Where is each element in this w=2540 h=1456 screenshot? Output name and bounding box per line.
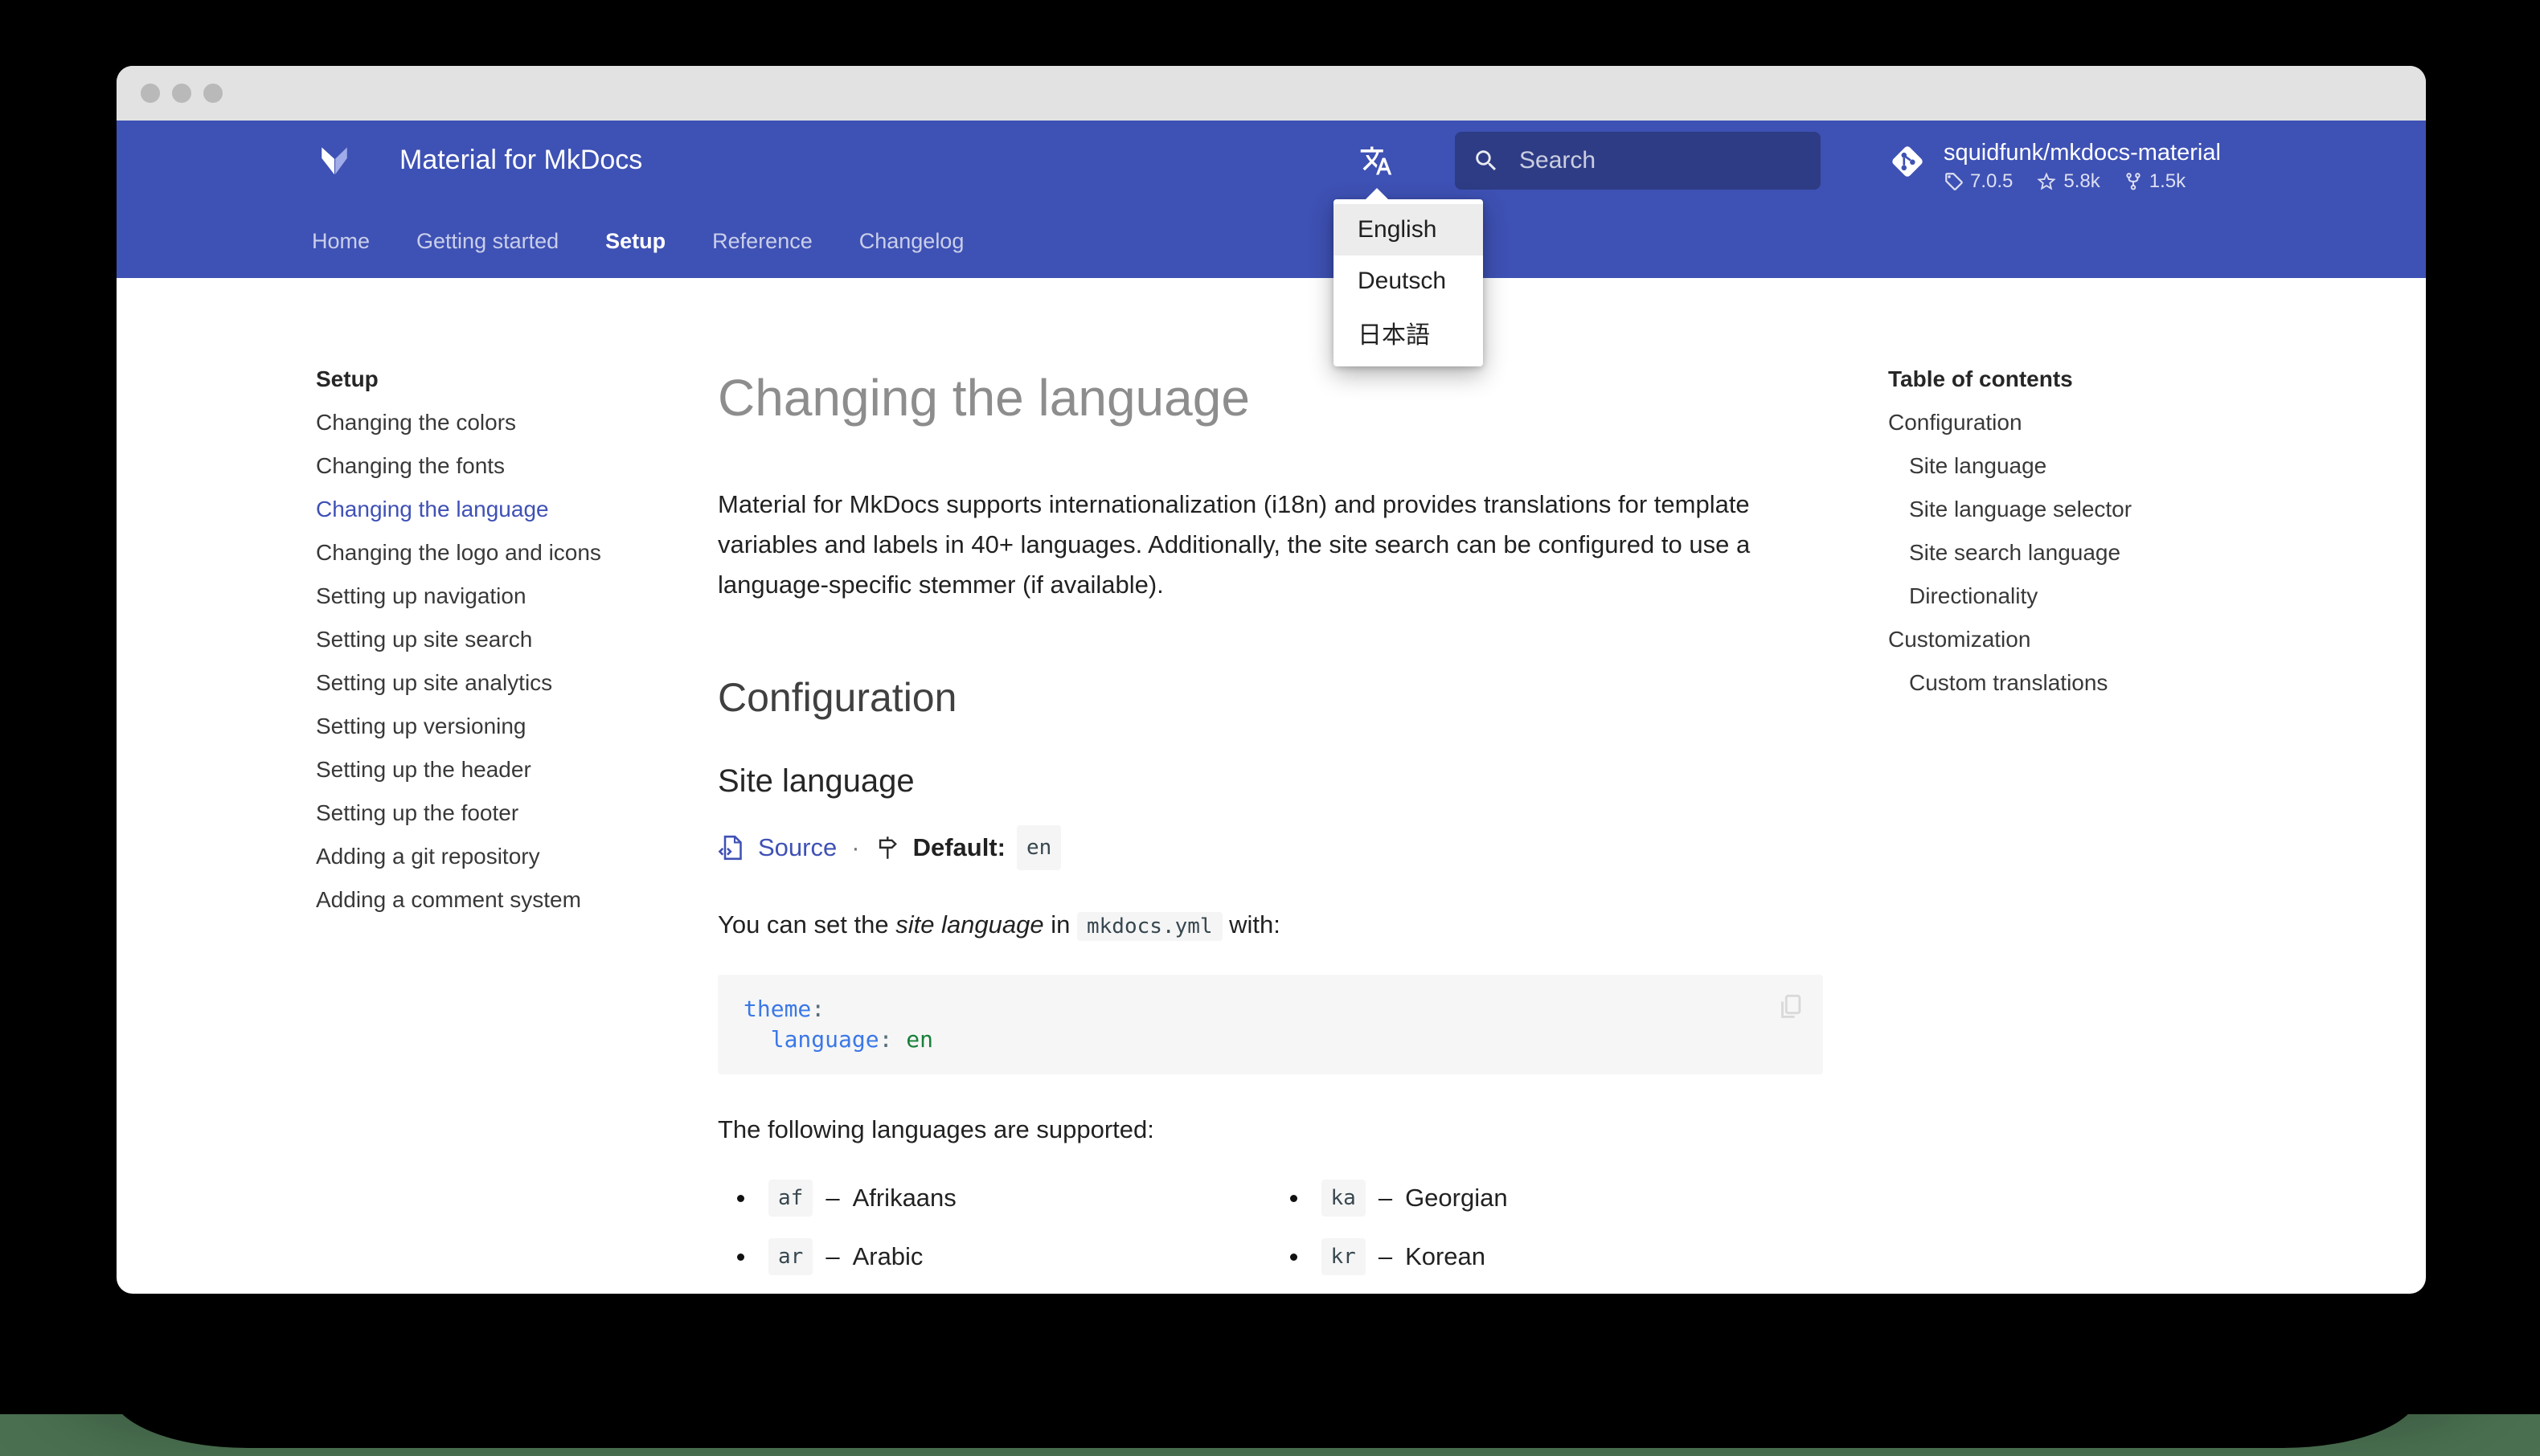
fork-icon (2126, 173, 2141, 190)
nav-tab[interactable]: Changelog (859, 229, 965, 254)
dropdown-arrow (1366, 188, 1388, 199)
repo-link[interactable]: squidfunk/mkdocs-material 7.0.5 5.8k 1.5… (1889, 138, 2221, 193)
site-language-heading: Site language (718, 763, 915, 799)
language-menu-item[interactable]: 日本語 (1334, 307, 1483, 358)
desktop-background: Material for MkDocs squ (0, 0, 2540, 1456)
repo-name: squidfunk/mkdocs-material (1944, 140, 2221, 166)
dash: – (826, 1242, 840, 1270)
repo-forks: 1.5k (2149, 170, 2186, 192)
search-bar (1455, 132, 1821, 190)
intro-paragraph: Material for MkDocs supports internation… (718, 490, 1751, 599)
toc-title: Table of contents (1888, 366, 2073, 391)
repo-version: 7.0.5 (1970, 170, 2014, 192)
toc-item[interactable]: Directionality (1888, 575, 2370, 618)
repo-stats: 7.0.5 5.8k 1.5k (1944, 170, 2221, 193)
star-icon (2037, 172, 2057, 190)
language-name: Arabic (852, 1242, 924, 1270)
app-header: Material for MkDocs squ (117, 121, 2426, 278)
sidebar-item[interactable]: Changing the fonts (316, 444, 702, 488)
mkdocs-yml-chip: mkdocs.yml (1077, 912, 1223, 941)
window-shadow (111, 1352, 2419, 1448)
language-list-item: ka – Georgian (1271, 1180, 1824, 1217)
language-name: Korean (1405, 1242, 1486, 1270)
source-link[interactable]: Source (758, 828, 837, 868)
code-content: theme: language: en (744, 996, 934, 1053)
repo-stars: 5.8k (2063, 170, 2100, 192)
toc-item[interactable]: Site search language (1888, 531, 2370, 575)
sidebar-item[interactable]: Changing the colors (316, 401, 702, 444)
mkdocs-material-logo (322, 147, 347, 175)
language-code-chip: ar (768, 1238, 813, 1275)
sidebar-item[interactable]: Setting up versioning (316, 705, 702, 748)
sidebar-item[interactable]: Changing the language (316, 488, 702, 531)
sidebar-item[interactable]: Adding a git repository (316, 835, 702, 878)
language-list-item: kr – Korean (1271, 1238, 1824, 1275)
language-code-chip: kr (1321, 1238, 1366, 1275)
sidebar-title: Setup (316, 366, 379, 391)
translate-icon[interactable] (1359, 144, 1393, 178)
page-title: Changing the language (718, 369, 1250, 427)
window-titlebar (117, 66, 2426, 121)
window-close-button[interactable] (141, 84, 160, 103)
default-value-chip: en (1016, 825, 1062, 870)
language-code-chip: ka (1321, 1180, 1366, 1217)
language-menu-item[interactable]: English (1334, 204, 1483, 256)
sidebar-item[interactable]: Changing the logo and icons (316, 531, 702, 575)
dash: – (1378, 1184, 1393, 1212)
window-minimize-button[interactable] (172, 84, 191, 103)
sidebar-item[interactable]: Setting up site analytics (316, 661, 702, 705)
language-code-chip: af (768, 1180, 813, 1217)
code-block: theme: language: en (718, 975, 1823, 1074)
sidebar-item[interactable]: Setting up site search (316, 618, 702, 661)
toc-item[interactable]: Custom translations (1888, 661, 2370, 705)
toc-item[interactable]: Site language (1888, 444, 2370, 488)
copy-icon[interactable] (1775, 991, 1805, 1021)
language-menu: English Deutsch 日本語 (1334, 199, 1483, 366)
nav-tabs: Home Getting started Setup Reference Cha… (117, 204, 964, 278)
toc-item[interactable]: Customization (1888, 618, 2370, 661)
language-list-col2: ka – Georgian kr – Korean my – Burmese (1271, 1158, 1824, 1294)
window-zoom-button[interactable] (203, 84, 223, 103)
sidebar-item[interactable]: Setting up the footer (316, 791, 702, 835)
search-icon (1476, 150, 1497, 171)
language-list-item: af – Afrikaans (718, 1180, 1271, 1217)
language-menu-item[interactable]: Deutsch (1334, 256, 1483, 307)
repo-stars-stat: 5.8k (2035, 170, 2100, 193)
nav-tab[interactable]: Setup (605, 229, 666, 254)
language-list-item: ar – Arabic (718, 1238, 1271, 1275)
sidebar-item[interactable]: Setting up the header (316, 748, 702, 791)
repo-version-stat: 7.0.5 (1944, 170, 2013, 193)
sidebar-nav: Setup Changing the colors Changing the f… (316, 358, 702, 922)
nav-tab[interactable]: Reference (712, 229, 813, 254)
source-default-line: Source · Default: en (718, 825, 1823, 870)
search-input[interactable] (1518, 146, 1786, 175)
separator-dot: · (851, 833, 860, 861)
tag-icon (1945, 173, 1963, 190)
supported-paragraph: The following languages are supported: (718, 1115, 1154, 1143)
nav-tab[interactable]: Home (312, 229, 370, 254)
toc-item[interactable]: Configuration (1888, 401, 2370, 444)
sidebar-item[interactable]: Setting up navigation (316, 575, 702, 618)
article: Changing the language Material for MkDoc… (718, 366, 1823, 1294)
source-file-icon (718, 835, 742, 861)
nav-tab[interactable]: Getting started (416, 229, 559, 254)
language-name: Afrikaans (852, 1184, 957, 1212)
sidebar-item[interactable]: Adding a comment system (316, 878, 702, 922)
dash: – (1378, 1242, 1393, 1270)
toc-item[interactable]: Site language selector (1888, 488, 2370, 531)
language-name: Georgian (1405, 1184, 1508, 1212)
site-title[interactable]: Material for MkDocs (399, 142, 642, 178)
browser-window: Material for MkDocs squ (117, 66, 2426, 1294)
toc-nav: Table of contents Configuration Site lan… (1888, 358, 2370, 705)
language-list: af – Afrikaans ar – Arabic bg – Bulgaria… (718, 1158, 1823, 1294)
configuration-heading: Configuration (718, 675, 957, 720)
dash: – (826, 1184, 840, 1212)
set-language-paragraph: You can set the site language in mkdocs.… (718, 905, 1823, 947)
default-label: Default: (912, 833, 1006, 861)
repo-forks-stat: 1.5k (2123, 170, 2186, 193)
site-language-emphasis: site language (895, 910, 1044, 939)
git-icon (1892, 146, 1923, 177)
language-list-col1: af – Afrikaans ar – Arabic bg – Bulgaria… (718, 1158, 1271, 1294)
milestone-icon (879, 836, 897, 859)
